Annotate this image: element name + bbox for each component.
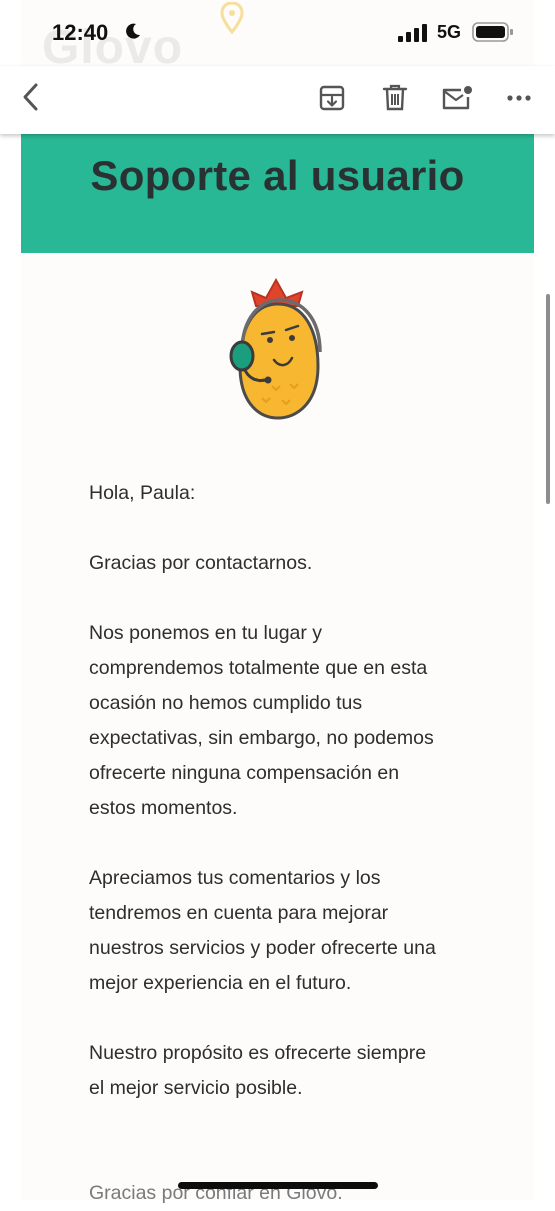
email-paragraph-1: Nos ponemos en tu lugar y comprendemos t…: [89, 616, 499, 826]
email-greeting: Hola, Paula:: [89, 482, 196, 504]
text-line: tendremos en cuenta para mejorar: [89, 902, 389, 924]
archive-icon: [319, 85, 345, 111]
archive-button[interactable]: [316, 82, 348, 114]
more-horizontal-icon: [507, 95, 531, 101]
text-line: expectativas, sin embargo, no podemos: [89, 727, 434, 749]
back-button[interactable]: [14, 80, 48, 114]
mark-unread-button[interactable]: [440, 82, 474, 114]
battery-icon: [472, 22, 513, 42]
text-line: mejor experiencia en el futuro.: [89, 972, 352, 994]
support-mascot-icon: [229, 278, 322, 420]
text-line: nuestros servicios y poder ofrecerte una: [89, 937, 436, 959]
text-line: Nos ponemos en tu lugar y: [89, 622, 323, 644]
email-thanks: Gracias por contactarnos.: [89, 552, 313, 574]
text-line: estos momentos.: [89, 797, 238, 819]
text-line: Nuestro propósito es ofrecerte siempre: [89, 1042, 427, 1064]
delete-button[interactable]: [379, 82, 411, 114]
mail-unread-icon: [442, 86, 472, 110]
signal-icon: [398, 24, 427, 42]
text-line: ocasión no hemos cumplido tus: [89, 692, 363, 714]
chevron-left-icon: [23, 83, 38, 111]
glovo-pin-icon: [220, 2, 244, 34]
text-line: Apreciamos tus comentarios y los: [89, 867, 381, 889]
status-time: 12:40: [52, 20, 109, 45]
status-bar: Glovo 12:40 5G: [0, 0, 555, 74]
text-line: ofrecerte ninguna compensación en: [89, 762, 400, 784]
support-banner: Soporte al usuario: [21, 134, 534, 253]
banner-title: Soporte al usuario: [90, 151, 465, 199]
text-line: el mejor servicio posible.: [89, 1077, 303, 1099]
moon-icon: [126, 23, 140, 39]
network-type: 5G: [437, 22, 462, 42]
email-paragraph-3: Nuestro propósito es ofrecerte siempre e…: [89, 1036, 499, 1106]
home-indicator[interactable]: [178, 1182, 378, 1189]
text-line: comprendemos totalmente que en esta: [89, 657, 428, 679]
trash-icon: [382, 84, 408, 111]
email-paragraph-2: Apreciamos tus comentarios y los tendrem…: [89, 861, 499, 1001]
scrollbar[interactable]: [546, 294, 550, 504]
more-button[interactable]: [502, 82, 536, 114]
mail-toolbar: [0, 66, 555, 134]
